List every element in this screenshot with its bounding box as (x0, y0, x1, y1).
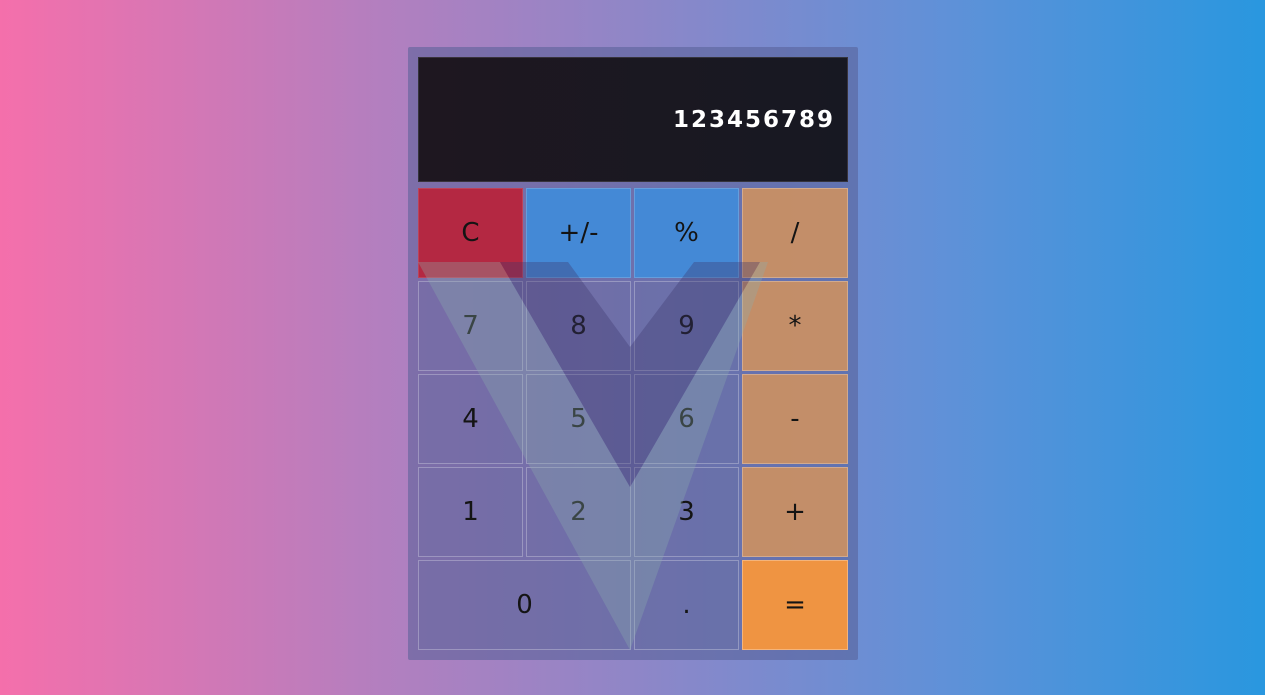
digit-4-button[interactable]: 4 (418, 374, 523, 464)
keypad: C +/- % / 7 8 9 * 4 5 6 - 1 2 3 + 0 . = (418, 188, 848, 650)
clear-button[interactable]: C (418, 188, 523, 278)
subtract-button[interactable]: - (742, 374, 848, 464)
digit-1-button[interactable]: 1 (418, 467, 523, 557)
multiply-button[interactable]: * (742, 281, 848, 371)
digit-3-button[interactable]: 3 (634, 467, 739, 557)
digit-2-button[interactable]: 2 (526, 467, 631, 557)
digit-5-button[interactable]: 5 (526, 374, 631, 464)
display-value: 123456789 (672, 107, 835, 133)
decimal-button[interactable]: . (634, 560, 739, 650)
digit-9-button[interactable]: 9 (634, 281, 739, 371)
divide-button[interactable]: / (742, 188, 848, 278)
equals-button[interactable]: = (742, 560, 848, 650)
negate-button[interactable]: +/- (526, 188, 631, 278)
percent-button[interactable]: % (634, 188, 739, 278)
calculator-display: 123456789 (418, 57, 848, 182)
calculator: 123456789 C +/- % / 7 8 9 * 4 5 6 - 1 2 … (408, 47, 858, 660)
digit-7-button[interactable]: 7 (418, 281, 523, 371)
digit-6-button[interactable]: 6 (634, 374, 739, 464)
digit-0-button[interactable]: 0 (418, 560, 631, 650)
add-button[interactable]: + (742, 467, 848, 557)
digit-8-button[interactable]: 8 (526, 281, 631, 371)
